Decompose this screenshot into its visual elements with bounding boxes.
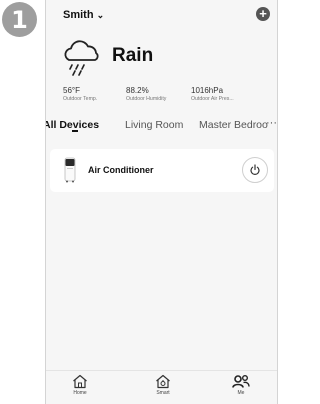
device-name: Air Conditioner	[88, 165, 154, 175]
stat-value: 88.2%	[126, 86, 149, 95]
bottom-navigation: Home Smart Me	[46, 370, 277, 404]
power-button[interactable]	[242, 157, 268, 183]
tab-living-room[interactable]: Living Room	[125, 119, 183, 131]
stat-label: Outdoor Air Pres...	[191, 96, 234, 102]
weather-condition: Rain	[112, 45, 154, 66]
more-tabs-icon[interactable]: ···	[266, 117, 277, 129]
device-card-air-conditioner[interactable]: Air Conditioner	[50, 149, 274, 192]
phone-screen: Smith ⌄ + Rain 56°F Outdoor Temp. 88.2% …	[45, 0, 278, 404]
tab-master-bedroom[interactable]: Master Bedroo	[199, 119, 268, 131]
me-icon	[232, 375, 250, 388]
smart-home-icon	[156, 374, 170, 389]
power-icon	[250, 164, 260, 175]
nav-label: Me	[237, 390, 245, 396]
stat-value: 1016hPa	[191, 86, 224, 95]
step-number-badge: 1	[2, 2, 37, 37]
stat-label: Outdoor Humidity	[126, 96, 167, 102]
home-selector[interactable]: Smith ⌄	[63, 9, 104, 21]
nav-smart[interactable]: Smart	[143, 374, 183, 396]
nav-label: Home	[73, 390, 87, 396]
chevron-down-icon: ⌄	[96, 9, 105, 20]
add-device-button[interactable]: +	[256, 7, 270, 21]
home-name: Smith	[63, 9, 94, 21]
outdoor-temp-stat: 56°F Outdoor Temp.	[63, 86, 97, 102]
home-icon	[73, 374, 87, 389]
air-conditioner-icon	[64, 157, 76, 183]
rain-cloud-icon	[64, 40, 99, 76]
nav-label: Smart	[156, 390, 170, 396]
active-tab-indicator	[72, 130, 78, 132]
stat-label: Outdoor Temp.	[63, 96, 98, 102]
outdoor-air-pressure-stat: 1016hPa Outdoor Air Pres...	[191, 86, 234, 102]
room-tabs: All Devices Living Room Master Bedroo ··…	[46, 116, 277, 138]
stat-value: 56°F	[63, 86, 80, 95]
nav-me[interactable]: Me	[221, 374, 261, 396]
nav-home[interactable]: Home	[60, 374, 100, 396]
outdoor-humidity-stat: 88.2% Outdoor Humidity	[126, 86, 166, 102]
